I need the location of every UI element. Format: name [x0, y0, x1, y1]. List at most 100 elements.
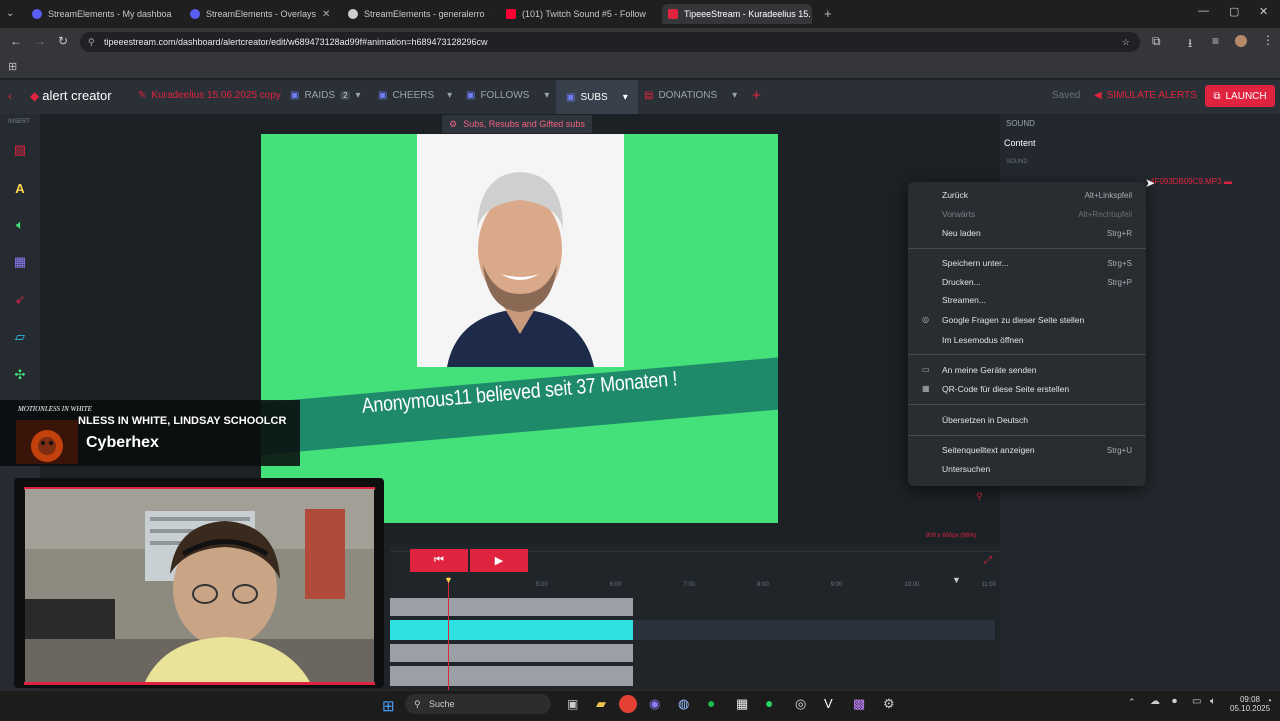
timeline-track-text[interactable]	[390, 644, 633, 662]
menu-item-inspect[interactable]: Untersuchen	[942, 464, 990, 474]
menu-item-back[interactable]: Zurück	[942, 190, 968, 200]
simulate-alerts-button[interactable]: ◀ SIMULATE ALERTS	[1094, 90, 1197, 101]
tab-subs[interactable]: ▣ SUBS ▾	[556, 80, 638, 114]
tray-chevron-icon[interactable]: ⌃	[1128, 697, 1136, 708]
sound-file[interactable]: 4F093DB09C9.MP3 ▬	[1150, 177, 1232, 186]
v-app-icon[interactable]: V	[824, 696, 833, 711]
download-icon[interactable]: ⭳	[1188, 34, 1192, 55]
chevron-down-icon[interactable]: ▾	[355, 90, 360, 101]
mic-icon[interactable]: ⏺︎	[1172, 696, 1177, 707]
obs-icon[interactable]: ◎	[795, 696, 806, 712]
minimize-icon[interactable]: —	[1198, 5, 1209, 17]
tab-youtube[interactable]: (101) Twitch Sound #5 - Follow ✕	[500, 4, 650, 24]
task-view-icon[interactable]: ▣	[567, 697, 578, 711]
tab-donations[interactable]: ▤ DONATIONS ▾	[644, 90, 737, 101]
menu-item-reload[interactable]: Neu laden	[942, 228, 981, 238]
subs-type-banner[interactable]: ⚙ Subs, Resubs and Gifted subs	[442, 115, 592, 133]
timeline-track-image[interactable]	[390, 598, 633, 616]
tab-streamelements-dashboard[interactable]: StreamElements - My dashboa ✕	[26, 4, 176, 24]
timeline-track-effect[interactable]	[390, 666, 633, 686]
site-info-icon[interactable]: ⚲	[88, 32, 95, 52]
follows-icon: ▣	[466, 90, 476, 101]
notification-icon[interactable]: ◔	[1266, 696, 1272, 707]
tab-cheers[interactable]: ▣ CHEERS ▾	[378, 90, 452, 101]
expand-icon[interactable]: ⤢	[984, 555, 992, 566]
shape-icon[interactable]: ▱	[8, 325, 32, 349]
monitor-icon[interactable]: ▭	[1192, 696, 1201, 707]
extensions-icon[interactable]: ⧉	[1152, 34, 1161, 49]
menu-item-print[interactable]: Drucken...	[942, 277, 981, 287]
back-icon[interactable]: ←	[10, 34, 22, 48]
settings-gear-icon: ⚙	[449, 118, 458, 129]
alert-canvas[interactable]: Anonymous11 believed seit 37 Monaten !	[261, 134, 778, 523]
playhead-marker-icon[interactable]: ▼	[444, 575, 453, 585]
maximize-icon[interactable]: ▢	[1229, 5, 1239, 18]
zoom-icon[interactable]: ⚲	[976, 491, 983, 502]
forward-icon[interactable]: →	[34, 34, 46, 48]
rocket-icon[interactable]: ➶	[8, 288, 32, 312]
settings-icon[interactable]: ⚙	[883, 696, 895, 712]
tab-search-icon[interactable]: ⌄	[6, 8, 14, 19]
chevron-down-icon[interactable]: ▾	[447, 90, 452, 101]
windows-start-icon[interactable]: ⊞	[382, 697, 395, 715]
tab-streamelements-overlays[interactable]: StreamElements - Overlays ✕	[184, 4, 334, 24]
play-button[interactable]: ▶	[470, 549, 528, 572]
reload-icon[interactable]: ↻	[58, 34, 68, 48]
video-icon[interactable]: ▦	[8, 250, 32, 274]
chevron-down-icon[interactable]: ▾	[732, 90, 737, 101]
launch-button[interactable]: ⧉ LAUNCH	[1205, 85, 1275, 107]
add-alert-icon[interactable]: +	[752, 87, 761, 104]
app-icon[interactable]: ▦	[736, 696, 748, 712]
whatsapp-icon[interactable]: ●	[765, 695, 773, 711]
taskbar-search[interactable]: ⚲ Suche	[405, 694, 551, 714]
tab-raids[interactable]: ▣ RAIDS 2 ▾	[290, 90, 361, 101]
sound-icon[interactable]: 🔈︎	[8, 213, 32, 237]
text-icon[interactable]: A	[8, 176, 32, 200]
menu-item-save-as[interactable]: Speichern unter...	[942, 258, 1009, 268]
playhead[interactable]	[448, 577, 449, 690]
chevron-down-icon[interactable]: ▾	[623, 92, 628, 103]
menu-item-ask-google[interactable]: Google Fragen zu dieser Seite stellen	[942, 315, 1084, 325]
game-icon[interactable]: ▩	[853, 696, 865, 712]
close-window-icon[interactable]: ✕	[1259, 5, 1268, 18]
avatar[interactable]	[1235, 35, 1247, 47]
apps-grid-icon[interactable]: ⊞	[8, 60, 17, 73]
alert-name[interactable]: ✎ Kuradeelius 15.06.2025 copy	[138, 90, 281, 101]
menu-item-cast[interactable]: Streamen...	[942, 295, 986, 305]
volume-icon[interactable]: 🔈︎	[1210, 696, 1216, 707]
tab-streamelements-error[interactable]: StreamElements - generalerro ✕	[342, 4, 492, 24]
widget-icon[interactable]: ✣	[8, 363, 32, 387]
menu-item-forward[interactable]: Vorwärts	[942, 209, 975, 219]
end-marker-icon[interactable]: ▼	[952, 575, 961, 585]
menu-item-reading-mode[interactable]: Im Lesemodus öffnen	[942, 335, 1024, 345]
menu-item-qr-code[interactable]: QR-Code für diese Seite erstellen	[942, 384, 1069, 394]
bookmark-star-icon[interactable]: ☆	[1122, 32, 1130, 52]
tab-follows[interactable]: ▣ FOLLOWS ▾	[466, 90, 549, 101]
chrome-icon[interactable]	[619, 695, 637, 713]
back-chevron-icon[interactable]: ‹	[8, 89, 12, 103]
menu-item-view-source[interactable]: Seitenquelltext anzeigen	[942, 445, 1035, 455]
close-tab-icon[interactable]: ✕	[491, 9, 492, 20]
chevron-down-icon[interactable]: ▾	[544, 90, 549, 101]
menu-item-translate[interactable]: Übersetzen in Deutsch	[942, 415, 1028, 425]
new-tab-icon[interactable]: +	[824, 6, 832, 21]
canvas-size-label: 800 x 600px (96%)	[926, 533, 977, 539]
timeline-track-sound[interactable]	[390, 620, 633, 640]
rewind-button[interactable]: ⏮︎	[410, 549, 468, 572]
steam-icon[interactable]: ◍	[678, 696, 689, 712]
tab-search-list-icon[interactable]: ≡	[1212, 34, 1219, 48]
url-field[interactable]: ⚲ tipeeestream.com/dashboard/alertcreato…	[80, 32, 1140, 52]
file-explorer-icon[interactable]: ▰	[596, 696, 606, 712]
discord-icon[interactable]: ◉	[649, 696, 660, 712]
menu-item-send-to-devices[interactable]: An meine Geräte senden	[942, 365, 1037, 375]
logo-text: alert creator	[42, 88, 112, 103]
image-icon[interactable]: ▨	[8, 138, 32, 162]
cloud-icon[interactable]: ☁	[1150, 696, 1160, 707]
close-tab-icon[interactable]: ✕	[322, 9, 330, 20]
alert-image[interactable]	[417, 134, 624, 367]
spotify-icon[interactable]: ●	[707, 695, 715, 711]
clock[interactable]: 09:08 05.10.2025	[1230, 695, 1270, 713]
tab-tipeeestream[interactable]: TipeeeStream - Kuradeelius 15. ✕	[662, 4, 812, 24]
menu-dots-icon[interactable]: ⋮	[1262, 33, 1274, 47]
content-tab[interactable]: Content	[1004, 138, 1036, 148]
